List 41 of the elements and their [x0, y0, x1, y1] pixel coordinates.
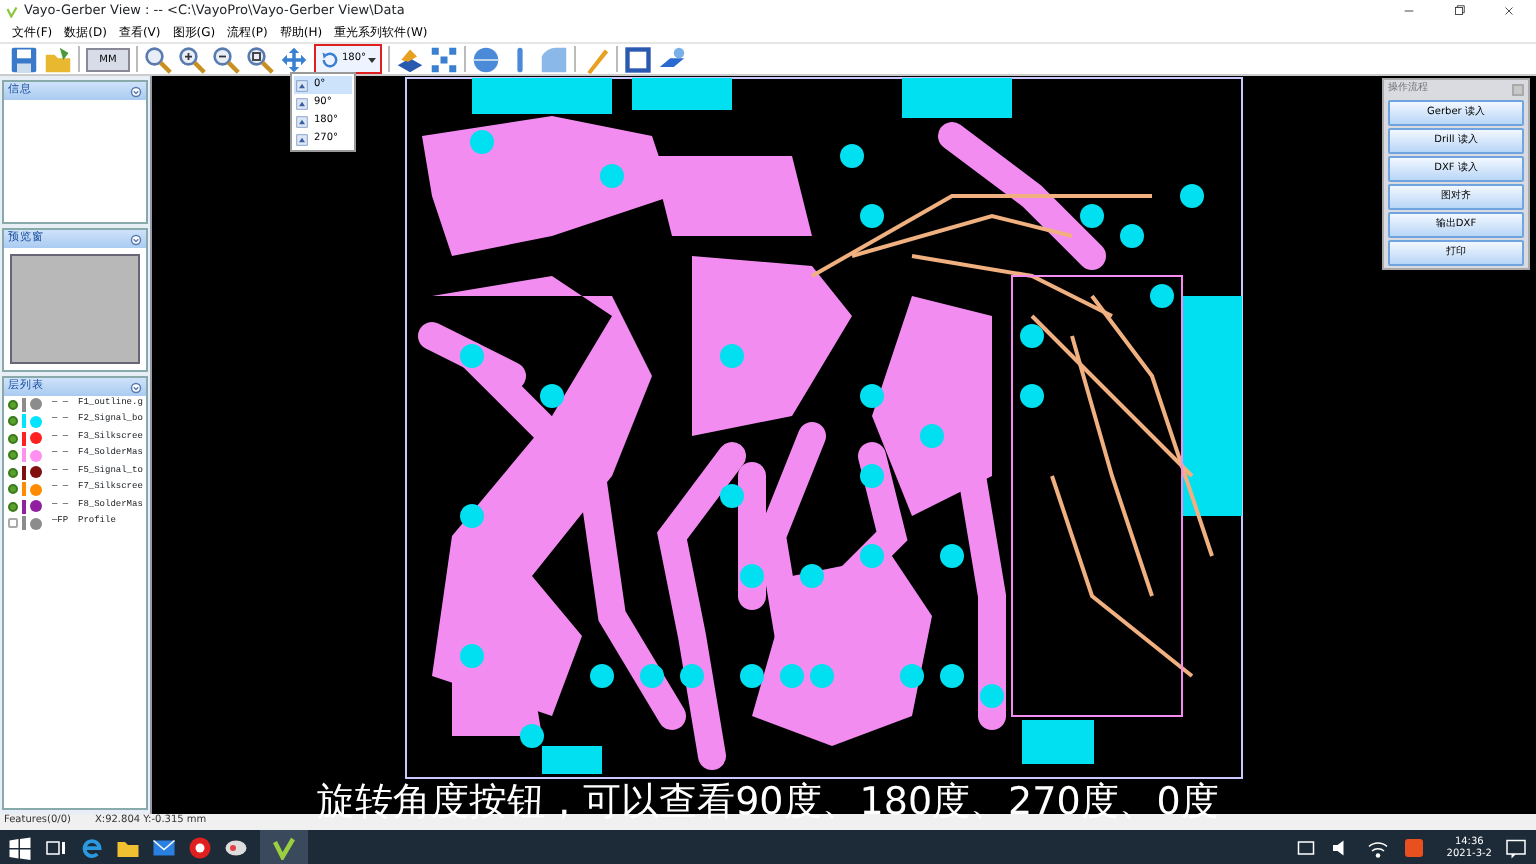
video-caption: 旋转角度按钮，可以查看90度、180度、270度、0度 — [317, 780, 1219, 824]
zoom-in-icon[interactable] — [178, 45, 206, 73]
grid-icon[interactable] — [430, 45, 459, 73]
export-icon[interactable] — [658, 45, 687, 73]
visibility-checkbox[interactable] — [8, 399, 18, 410]
app-icon[interactable] — [188, 835, 212, 859]
square-icon[interactable] — [624, 45, 653, 73]
close-icon[interactable] — [1501, 4, 1515, 19]
visibility-checkbox[interactable] — [8, 501, 18, 512]
mail-icon[interactable] — [152, 835, 176, 859]
rotation-icon — [296, 97, 308, 109]
app-icon[interactable] — [224, 835, 248, 859]
preview-thumbnail — [10, 254, 140, 364]
app-logo-icon — [6, 5, 18, 17]
visibility-checkbox[interactable] — [8, 416, 18, 427]
notification-icon[interactable] — [1504, 835, 1528, 859]
visibility-checkbox[interactable] — [8, 433, 18, 444]
browser-icon[interactable] — [80, 835, 104, 859]
circle-icon[interactable] — [472, 45, 501, 73]
zoom-out-icon[interactable] — [212, 45, 240, 73]
rotation-icon — [296, 79, 308, 91]
windows-start-icon[interactable] — [8, 835, 32, 859]
move-icon[interactable] — [280, 45, 308, 73]
restore-icon[interactable] — [1451, 4, 1465, 19]
tray-icon[interactable] — [1294, 835, 1319, 859]
rotation-icon — [296, 115, 308, 127]
caret-icon — [368, 55, 377, 63]
rotate-icon — [320, 49, 340, 69]
visibility-checkbox[interactable] — [8, 518, 18, 529]
visibility-checkbox[interactable] — [8, 467, 18, 478]
app-logo-icon — [272, 835, 296, 859]
zoom-icon[interactable] — [144, 45, 172, 73]
zoom-fit-icon[interactable] — [246, 45, 274, 73]
layer-icon[interactable] — [396, 45, 425, 73]
active-app-tab[interactable] — [260, 830, 308, 864]
app-tray-icon[interactable] — [1402, 835, 1427, 859]
task-view-icon[interactable] — [44, 835, 68, 859]
rotation-icon — [296, 133, 308, 145]
visibility-checkbox[interactable] — [8, 484, 18, 495]
visibility-checkbox[interactable] — [8, 450, 18, 461]
save-icon[interactable] — [10, 45, 38, 73]
